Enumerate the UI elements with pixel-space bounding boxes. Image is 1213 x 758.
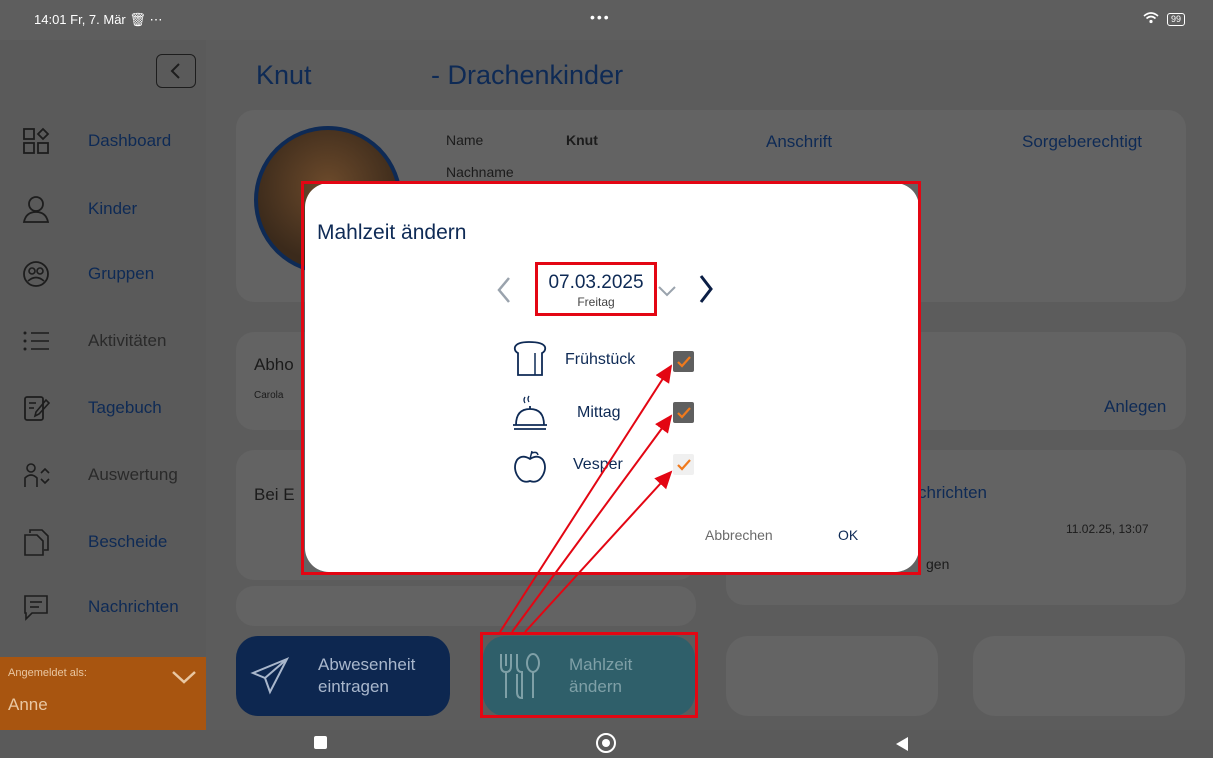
wifi-icon (1143, 12, 1159, 27)
battery-icon: 99 (1166, 13, 1185, 26)
cutlery-icon (500, 653, 540, 700)
list-icon (23, 331, 49, 351)
analysis-icon (24, 463, 50, 487)
guardians-header: Sorgeberechtigt (1022, 132, 1143, 151)
sidebar-collapse-button[interactable] (156, 54, 196, 88)
sidebar-item-tagebuch[interactable]: Tagebuch (0, 383, 206, 433)
checkmark-icon (676, 458, 691, 471)
status-time-date: 14:01 Fr, 7. Mär 🗑 ⋯ (34, 12, 163, 27)
sidebar-item-kinder[interactable]: Kinder (0, 184, 206, 234)
emergency-label: Bei E (254, 485, 295, 504)
date-value: 07.03.2025 (548, 272, 644, 293)
recent-apps-icon[interactable] (314, 736, 327, 749)
dialog-title: Mahlzeit ändern (317, 221, 467, 244)
extra-card (236, 586, 696, 626)
action-button-3[interactable] (726, 636, 938, 716)
message-time: 11.02.25, 13:07 (1066, 522, 1149, 536)
checkbox-fruehstueck[interactable] (673, 351, 694, 372)
cancel-button[interactable]: Abbrechen (705, 527, 773, 543)
pickup-label: Abho (254, 355, 294, 374)
action-button-4[interactable] (973, 636, 1185, 716)
prev-date-icon[interactable] (495, 275, 513, 305)
home-icon[interactable] (596, 733, 616, 753)
sidebar-item-label: Tagebuch (88, 398, 162, 417)
sidebar-item-label: Gruppen (88, 264, 155, 283)
dashboard-icon (23, 127, 50, 154)
group-icon (23, 261, 49, 287)
sidebar-item-dashboard[interactable]: Dashboard (0, 116, 206, 166)
diary-icon (24, 396, 50, 421)
sidebar-item-label: Dashboard (88, 131, 172, 150)
date-display[interactable]: 07.03.2025 Freitag (536, 264, 656, 316)
logged-in-panel[interactable]: Angemeldet als: Anne (0, 657, 206, 731)
sidebar-item-label: Nachrichten (88, 597, 179, 616)
pickup-person: Carola (254, 390, 284, 401)
weekday-value: Freitag (577, 295, 615, 309)
child-name-title: Knut (256, 60, 312, 90)
meal-label-fruehstueck: Frühstück (565, 351, 636, 368)
checkmark-icon (676, 355, 691, 368)
person-icon (22, 196, 50, 223)
android-nav-bar (0, 730, 1213, 758)
meal-dialog: Mahlzeit ändern 07.03.2025 Freitag Frühs… (305, 183, 919, 572)
sidebar-item-gruppen[interactable]: Gruppen (0, 249, 206, 299)
absence-button[interactable]: Abwesenheit eintragen (236, 636, 450, 716)
sidebar-item-auswertung[interactable]: Auswertung (0, 450, 206, 500)
paper-plane-icon (250, 657, 290, 695)
sidebar-item-label: Kinder (88, 199, 138, 218)
meal-change-button[interactable]: Mahlzeit ändern (483, 636, 695, 716)
create-link[interactable]: Anlegen (1104, 397, 1166, 417)
sidebar: Dashboard Kinder Gruppen Aktivitäten Tag… (0, 40, 206, 731)
apple-icon (514, 450, 546, 483)
cloche-icon (513, 395, 547, 430)
checkmark-icon (676, 406, 691, 419)
name-label: Name (446, 132, 484, 148)
group-title: - Drachenkinder (431, 60, 624, 90)
checkbox-mittag[interactable] (673, 402, 694, 423)
status-bar: 14:01 Fr, 7. Mär 🗑 ⋯ ••• 99 (0, 0, 1213, 40)
message-icon (24, 595, 48, 621)
trash-icon: 🗑 (129, 12, 146, 27)
chevron-left-icon (170, 63, 180, 79)
logged-in-label: Angemeldet als: (8, 667, 87, 679)
sidebar-item-label: Auswertung (88, 465, 178, 484)
meal-label-mittag: Mittag (577, 404, 621, 421)
documents-icon (24, 529, 49, 556)
sidebar-item-label: Bescheide (88, 532, 168, 551)
bread-icon (513, 341, 547, 376)
chevron-down-icon[interactable] (657, 285, 677, 297)
next-date-icon[interactable] (697, 273, 715, 305)
ok-button[interactable]: OK (838, 527, 858, 543)
checkbox-vesper[interactable] (673, 454, 694, 475)
logged-in-user: Anne (8, 695, 48, 714)
sidebar-item-aktivitaeten[interactable]: Aktivitäten (0, 316, 206, 366)
chevron-down-icon[interactable] (170, 669, 198, 685)
name-value: Knut (566, 132, 598, 148)
lastname-label: Nachname (446, 164, 514, 180)
more-dots-icon: ••• (590, 9, 611, 25)
back-icon[interactable] (896, 737, 908, 751)
meal-label-vesper: Vesper (573, 456, 623, 473)
sidebar-item-nachrichten[interactable]: Nachrichten (0, 582, 206, 632)
sidebar-item-label: Aktivitäten (88, 331, 167, 350)
address-header: Anschrift (766, 132, 833, 151)
status-right: 99 (1143, 12, 1185, 27)
messages-header: chrichten (918, 483, 987, 502)
sidebar-item-bescheide[interactable]: Bescheide (0, 517, 206, 567)
message-snippet: gen (926, 556, 950, 572)
